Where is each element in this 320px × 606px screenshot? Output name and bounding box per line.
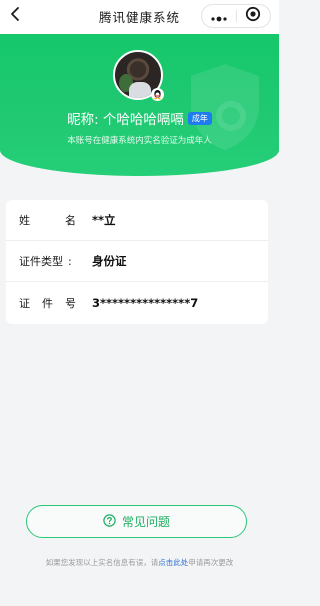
nickname-row: 昵称: 个哈哈哈嗝嗝 成年 bbox=[0, 108, 279, 128]
name-value: **立 bbox=[92, 213, 116, 227]
faq-label: 常见问题 bbox=[121, 515, 170, 529]
qq-penguin-icon bbox=[151, 88, 164, 101]
footer-prefix: 如果您发现以上实名信息有误，请 bbox=[45, 558, 159, 567]
close-mini-program-button[interactable] bbox=[236, 5, 270, 27]
info-row-id-type: 证件类型 : 身份证 bbox=[6, 241, 268, 282]
more-button[interactable] bbox=[202, 5, 236, 27]
id-number-colon: : bbox=[68, 296, 72, 309]
footer-suffix: 申请再次更改 bbox=[188, 558, 234, 567]
nickname: 昵称: 个哈哈哈嗝嗝 bbox=[67, 112, 184, 128]
target-close-icon bbox=[245, 6, 261, 26]
navbar: 腾讯健康系统 bbox=[0, 0, 279, 34]
id-type-value: 身份证 bbox=[92, 254, 127, 268]
info-row-id-number: 证 件 号 : 3***************7 bbox=[6, 282, 268, 323]
identity-info-card: 姓 名 : **立 证件类型 : 身份证 证 件 号 : 3**********… bbox=[6, 200, 268, 324]
change-request-link[interactable]: 点击此处 bbox=[158, 558, 188, 567]
faq-button[interactable]: 常见问题 bbox=[26, 505, 247, 538]
info-row-name: 姓 名 : **立 bbox=[6, 200, 268, 241]
adult-badge: 成年 bbox=[187, 111, 212, 125]
question-circle-icon bbox=[103, 512, 116, 531]
verification-note: 本账号在健康系统内实名验证为成年人 bbox=[67, 136, 212, 146]
id-number-value: 3***************7 bbox=[92, 295, 199, 310]
profile-header: 昵称: 个哈哈哈嗝嗝 成年 本账号在健康系统内实名验证为成年人 bbox=[0, 34, 279, 176]
more-dots-icon bbox=[210, 7, 228, 26]
identity-info-page: 腾讯健康系统 昵称: 个哈哈哈嗝嗝 成年 本账号在健康系统内实名验证为成年人 姓… bbox=[0, 0, 279, 606]
footer-note: 如果您发现以上实名信息有误，请点击此处申请再次更改 bbox=[0, 557, 279, 568]
name-colon: : bbox=[68, 213, 72, 227]
mini-program-capsule bbox=[201, 4, 271, 28]
id-type-colon: : bbox=[68, 254, 72, 268]
